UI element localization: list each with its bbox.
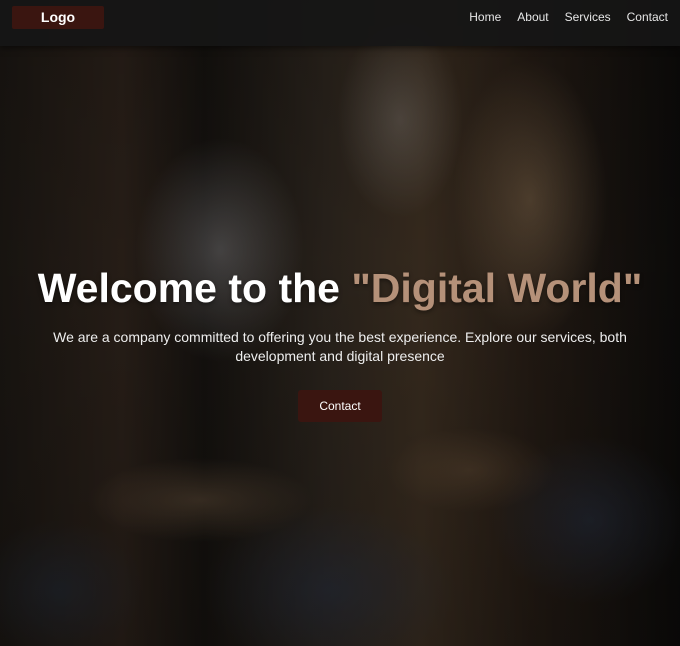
hero-title-main: Welcome to the — [37, 265, 352, 311]
nav-link-contact[interactable]: Contact — [627, 10, 668, 24]
nav-link-about[interactable]: About — [517, 10, 548, 24]
contact-button[interactable]: Contact — [298, 390, 382, 422]
nav-link-home[interactable]: Home — [469, 10, 501, 24]
nav-links: Home About Services Contact — [469, 0, 668, 34]
page: Logo Home About Services Contact Welcome… — [0, 0, 680, 646]
hero-title: Welcome to the "Digital World" — [0, 265, 680, 312]
nav-link-services[interactable]: Services — [565, 10, 611, 24]
navbar: Logo Home About Services Contact — [0, 0, 680, 46]
hero-subtitle: We are a company committed to offering y… — [53, 329, 627, 364]
logo-link[interactable]: Logo — [12, 6, 104, 29]
hero-section: Welcome to the "Digital World" We are a … — [0, 0, 680, 646]
hero-title-highlight: "Digital World" — [351, 265, 643, 311]
